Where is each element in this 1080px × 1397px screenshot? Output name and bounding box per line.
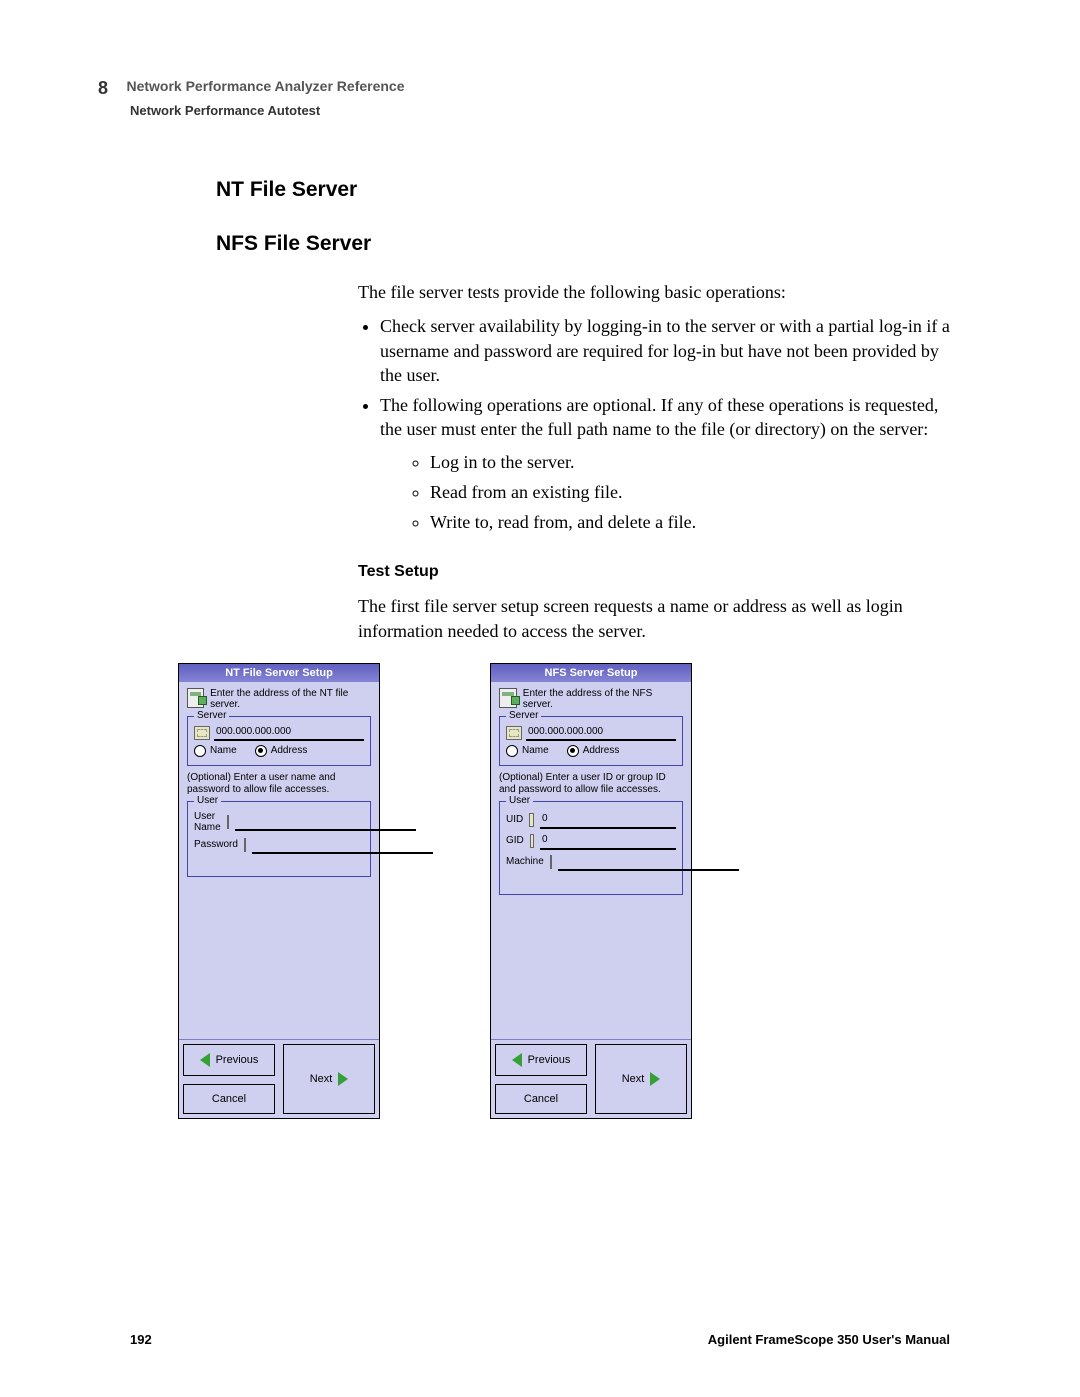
nfs-server-setup-dialog: NFS Server Setup Enter the address of th… <box>490 663 692 1119</box>
running-head-sub: Network Performance Autotest <box>130 103 950 118</box>
page-number: 192 <box>130 1332 152 1347</box>
username-input[interactable] <box>235 813 416 831</box>
page-footer: 192 Agilent FrameScope 350 User's Manual <box>130 1332 950 1347</box>
list-item: The following operations are optional. I… <box>380 393 950 534</box>
dialog-title: NT File Server Setup <box>179 664 379 682</box>
chapter-number: 8 <box>98 78 108 99</box>
password-input[interactable] <box>252 836 433 854</box>
dialog-instruction: Enter the address of the NT file server. <box>210 688 371 710</box>
user-fieldset: User UID GID Machine <box>499 801 683 895</box>
username-label: User Name <box>194 811 221 833</box>
arrow-right-icon <box>338 1072 348 1086</box>
previous-button[interactable]: Previous <box>183 1044 275 1076</box>
page: 8 Network Performance Analyzer Reference… <box>0 0 1080 1397</box>
previous-button-label: Previous <box>216 1054 259 1066</box>
radio-dot-icon <box>567 745 579 757</box>
radio-dot-icon <box>255 745 267 757</box>
cancel-button-label: Cancel <box>212 1093 246 1105</box>
uid-label: UID <box>506 814 523 825</box>
radio-name-label: Name <box>522 745 549 756</box>
radio-address-label: Address <box>583 745 620 756</box>
operations-sublist: Log in to the server. Read from an exist… <box>408 450 950 535</box>
test-setup-text: The first file server setup screen reque… <box>358 594 950 643</box>
machine-input[interactable] <box>558 853 739 871</box>
dialog-buttons: Previous Next Cancel <box>491 1039 691 1118</box>
previous-button-label: Previous <box>528 1054 571 1066</box>
keyboard-icon[interactable] <box>244 838 246 852</box>
body-column: The file server tests provide the follow… <box>358 280 950 643</box>
user-legend: User <box>194 795 221 806</box>
server-fieldset: Server Name Address <box>187 716 371 766</box>
cancel-button[interactable]: Cancel <box>183 1084 275 1114</box>
heading-nfs-file-server: NFS File Server <box>216 232 950 256</box>
intro-text: The file server tests provide the follow… <box>358 280 950 304</box>
dialog-body: Enter the address of the NFS server. Ser… <box>491 682 691 1039</box>
keyboard-icon[interactable] <box>194 726 210 740</box>
radio-address-label: Address <box>271 745 308 756</box>
arrow-right-icon <box>650 1072 660 1086</box>
password-label: Password <box>194 839 238 850</box>
list-item: Log in to the server. <box>430 450 950 474</box>
radio-address[interactable]: Address <box>567 745 620 757</box>
heading-test-setup: Test Setup <box>358 561 950 583</box>
cancel-button[interactable]: Cancel <box>495 1084 587 1114</box>
dialog-title: NFS Server Setup <box>491 664 691 682</box>
running-head-main: Network Performance Analyzer Reference <box>126 78 404 94</box>
dialog-instruction: Enter the address of the NFS server. <box>523 688 683 710</box>
list-item: Check server availability by logging-in … <box>380 314 950 387</box>
server-legend: Server <box>506 710 541 721</box>
keyboard-icon[interactable] <box>550 855 552 869</box>
previous-button[interactable]: Previous <box>495 1044 587 1076</box>
nt-file-server-setup-dialog: NT File Server Setup Enter the address o… <box>178 663 380 1119</box>
server-address-input[interactable] <box>214 725 364 741</box>
optional-note: (Optional) Enter a user name and passwor… <box>187 772 371 797</box>
server-address-input[interactable] <box>526 725 676 741</box>
screenshots-row: NT File Server Setup Enter the address o… <box>178 663 950 1119</box>
server-icon <box>187 688 204 708</box>
keyboard-icon[interactable] <box>529 813 534 827</box>
machine-label: Machine <box>506 856 544 867</box>
radio-name[interactable]: Name <box>506 745 549 757</box>
radio-name-label: Name <box>210 745 237 756</box>
next-button-label: Next <box>310 1073 333 1085</box>
dialog-body: Enter the address of the NT file server.… <box>179 682 379 1039</box>
dialog-buttons: Previous Next Cancel <box>179 1039 379 1118</box>
server-legend: Server <box>194 710 229 721</box>
uid-input[interactable] <box>540 811 676 829</box>
radio-address[interactable]: Address <box>255 745 308 757</box>
cancel-button-label: Cancel <box>524 1093 558 1105</box>
next-button[interactable]: Next <box>595 1044 687 1114</box>
list-item-text: The following operations are optional. I… <box>380 395 938 439</box>
keyboard-icon[interactable] <box>506 726 522 740</box>
optional-note: (Optional) Enter a user ID or group ID a… <box>499 772 683 797</box>
radio-dot-icon <box>194 745 206 757</box>
user-legend: User <box>506 795 533 806</box>
list-item: Write to, read from, and delete a file. <box>430 510 950 534</box>
server-fieldset: Server Name Address <box>499 716 683 766</box>
gid-input[interactable] <box>540 832 676 850</box>
list-item: Read from an existing file. <box>430 480 950 504</box>
next-button[interactable]: Next <box>283 1044 375 1114</box>
arrow-left-icon <box>512 1053 522 1067</box>
gid-label: GID <box>506 835 524 846</box>
keyboard-icon[interactable] <box>227 815 229 829</box>
arrow-left-icon <box>200 1053 210 1067</box>
keyboard-icon[interactable] <box>530 834 534 848</box>
radio-dot-icon <box>506 745 518 757</box>
operations-list: Check server availability by logging-in … <box>358 314 950 534</box>
next-button-label: Next <box>622 1073 645 1085</box>
server-icon <box>499 688 517 708</box>
radio-name[interactable]: Name <box>194 745 237 757</box>
user-fieldset: User User Name Password <box>187 801 371 877</box>
manual-title: Agilent FrameScope 350 User's Manual <box>708 1332 950 1347</box>
running-head: 8 Network Performance Analyzer Reference… <box>98 78 950 118</box>
heading-nt-file-server: NT File Server <box>216 178 950 202</box>
